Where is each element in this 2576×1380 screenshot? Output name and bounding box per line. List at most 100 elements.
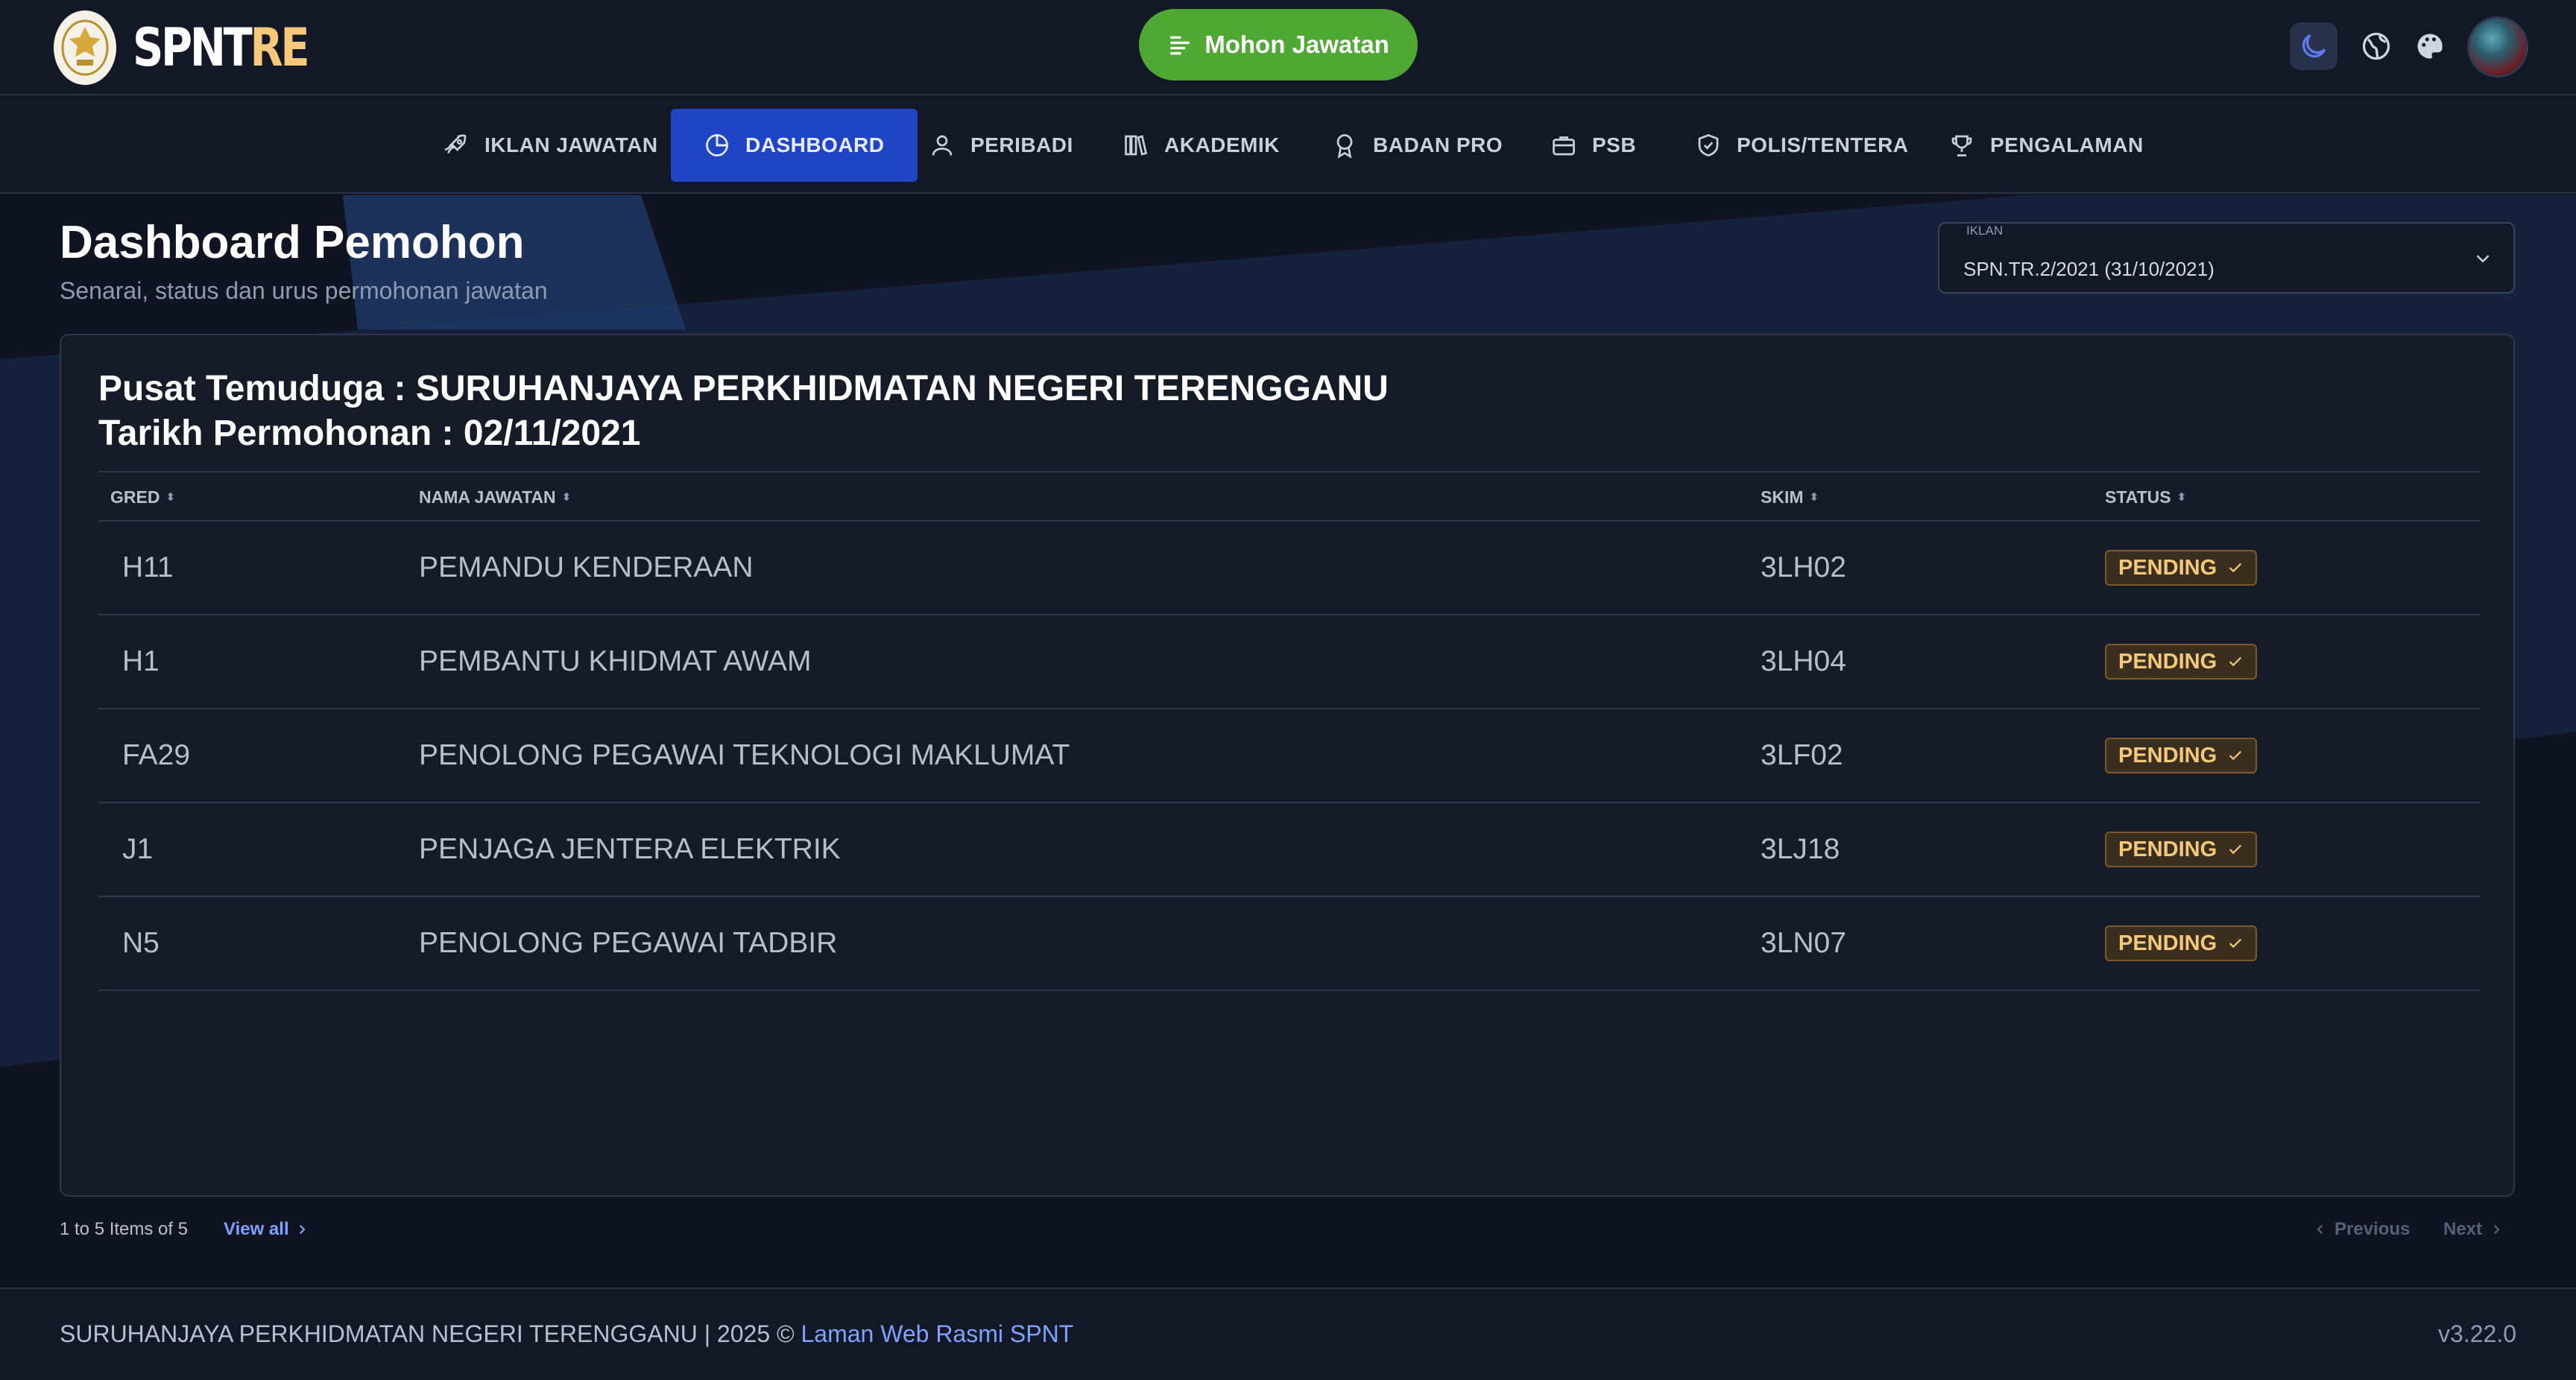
nav-item-psb[interactable]: PSB: [1518, 109, 1669, 182]
status-badge: PENDING: [2105, 644, 2258, 680]
cell-gred: FA29: [122, 739, 191, 771]
cell-skim: 3LJ18: [1761, 833, 1840, 865]
status-badge: PENDING: [2105, 832, 2258, 867]
language-button[interactable]: [2352, 22, 2400, 70]
chevron-down-icon: [2476, 255, 2490, 263]
books-icon: [1125, 135, 1148, 156]
status-text: PENDING: [2118, 837, 2217, 861]
iklan-select[interactable]: IKLAN SPN.TR.2/2021 (31/10/2021): [1938, 222, 2515, 294]
application-date-heading: Tarikh Permohonan : 02/11/2021: [98, 414, 641, 453]
theme-button[interactable]: [2406, 22, 2454, 70]
nav-item-polis-tentera[interactable]: POLIS/TENTERA: [1662, 109, 1942, 182]
logo-emblem[interactable]: [54, 10, 116, 85]
table-row[interactable]: H11 PEMANDU KENDERAAN 3LH02 PENDING: [98, 522, 2481, 615]
status-text: PENDING: [2118, 931, 2217, 955]
previous-page-button[interactable]: Previous: [2314, 1219, 2410, 1240]
top-bar: SPNTRE Mohon Jawatan: [0, 0, 2576, 95]
status-text: PENDING: [2118, 649, 2217, 674]
next-label: Next: [2443, 1219, 2483, 1239]
check-icon: [2229, 750, 2242, 761]
nav-label: POLIS/TENTERA: [1737, 133, 1909, 156]
cell-skim: 3LN07: [1761, 927, 1846, 959]
nav-item-akademik[interactable]: AKADEMIK: [1090, 109, 1313, 182]
footer: SURUHANJAYA PERKHIDMATAN NEGERI TERENGGA…: [0, 1288, 2576, 1380]
nav-item-pengalaman[interactable]: PENGALAMAN: [1916, 109, 2176, 182]
cell-gred: H1: [122, 645, 160, 677]
check-icon: [2229, 656, 2242, 667]
brand-logo-text[interactable]: SPNTRE: [133, 16, 310, 79]
cell-status: PENDING: [2105, 522, 2258, 614]
cell-gred: H11: [122, 551, 174, 583]
apply-job-label: Mohon Jawatan: [1205, 31, 1389, 58]
crest-icon: [61, 19, 109, 76]
column-header-label: SKIM: [1761, 487, 1804, 507]
apply-job-button[interactable]: Mohon Jawatan: [1139, 9, 1418, 80]
moon-icon: [2302, 34, 2326, 58]
pagination-info: 1 to 5 Items of 5: [60, 1219, 189, 1239]
chevron-right-icon: [299, 1224, 306, 1235]
status-badge: PENDING: [2105, 550, 2258, 586]
cell-skim: 3LH02: [1761, 551, 1846, 583]
official-website-link[interactable]: Laman Web Rasmi SPNT: [801, 1320, 1073, 1347]
status-badge: PENDING: [2105, 925, 2258, 961]
applications-table: GRED ⬍ NAMA JAWATAN ⬍ SKIM ⬍ STATUS ⬍ H11 PE…: [98, 471, 2481, 991]
cell-nama-jawatan: PENOLONG PEGAWAI TEKNOLOGI MAKLUMAT: [419, 739, 1070, 771]
table-row[interactable]: J1 PENJAGA JENTERA ELEKTRIK 3LJ18 PENDIN…: [98, 803, 2481, 897]
cell-status: PENDING: [2105, 897, 2258, 990]
nav-label: BADAN PRO: [1373, 133, 1503, 156]
sort-icon: ⬍: [165, 491, 176, 504]
sort-icon: ⬍: [561, 491, 572, 504]
column-header-nama-jawatan[interactable]: NAMA JAWATAN ⬍: [419, 472, 571, 522]
column-header-status[interactable]: STATUS ⬍: [2105, 472, 2186, 522]
column-header-skim[interactable]: SKIM ⬍: [1761, 472, 1819, 522]
applications-card: Pusat Temuduga : SURUHANJAYA PERKHIDMATA…: [60, 334, 2515, 1197]
palette-icon: [2417, 34, 2443, 59]
check-icon: [2229, 844, 2242, 855]
cell-skim: 3LH04: [1761, 645, 1846, 677]
cell-gred: N5: [122, 927, 160, 959]
cell-status: PENDING: [2105, 709, 2258, 802]
pie-chart-icon: [706, 134, 728, 156]
footer-copyright: SURUHANJAYA PERKHIDMATAN NEGERI TERENGGA…: [60, 1320, 801, 1347]
nav-item-badan-pro[interactable]: BADAN PRO: [1298, 109, 1535, 182]
cell-nama-jawatan: PEMBANTU KHIDMAT AWAM: [419, 645, 812, 677]
status-badge: PENDING: [2105, 738, 2258, 773]
nav-item-peribadi[interactable]: PERIBADI: [896, 109, 1106, 182]
sort-icon: ⬍: [2176, 491, 2187, 504]
chevron-right-icon: [2493, 1224, 2500, 1235]
view-all-link[interactable]: View all: [224, 1219, 309, 1240]
column-header-label: NAMA JAWATAN: [419, 487, 556, 507]
page-title: Dashboard Pemohon: [60, 217, 525, 268]
avatar[interactable]: [2467, 16, 2528, 77]
cell-status: PENDING: [2105, 803, 2258, 896]
nav-label: PENGALAMAN: [1990, 133, 2144, 156]
rocket-icon: [444, 134, 467, 153]
nav-item-dashboard[interactable]: DASHBOARD: [671, 109, 918, 182]
user-icon: [932, 135, 953, 156]
next-page-button[interactable]: Next: [2443, 1219, 2503, 1240]
interview-center-heading: Pusat Temuduga : SURUHANJAYA PERKHIDMATA…: [98, 369, 1389, 408]
previous-label: Previous: [2334, 1219, 2411, 1239]
table-row[interactable]: N5 PENOLONG PEGAWAI TADBIR 3LN07 PENDING: [98, 897, 2481, 991]
check-icon: [2229, 563, 2242, 573]
check-icon: [2229, 938, 2242, 949]
version-label: v3.22.0: [2438, 1320, 2516, 1347]
column-header-gred[interactable]: GRED ⬍: [110, 472, 175, 522]
view-all-label: View all: [224, 1219, 289, 1239]
status-text: PENDING: [2118, 743, 2217, 767]
table-row[interactable]: FA29 PENOLONG PEGAWAI TEKNOLOGI MAKLUMAT…: [98, 709, 2481, 803]
nav-label: PSB: [1592, 133, 1637, 156]
brand-name-part1: SPNT: [133, 17, 253, 78]
table-row[interactable]: H1 PEMBANTU KHIDMAT AWAM 3LH04 PENDING: [98, 615, 2481, 709]
status-text: PENDING: [2118, 555, 2217, 580]
cell-skim: 3LF02: [1761, 739, 1843, 771]
shield-icon: [1698, 134, 1719, 156]
award-icon: [1336, 134, 1353, 159]
column-header-label: STATUS: [2105, 487, 2171, 507]
list-icon: [1170, 36, 1190, 55]
cell-status: PENDING: [2105, 615, 2258, 708]
dark-mode-toggle[interactable]: [2290, 22, 2337, 70]
nav-label: DASHBOARD: [745, 133, 885, 156]
nav-item-iklan-jawatan[interactable]: IKLAN JAWATAN: [410, 109, 691, 182]
footer-text: SURUHANJAYA PERKHIDMATAN NEGERI TERENGGA…: [60, 1320, 1073, 1348]
